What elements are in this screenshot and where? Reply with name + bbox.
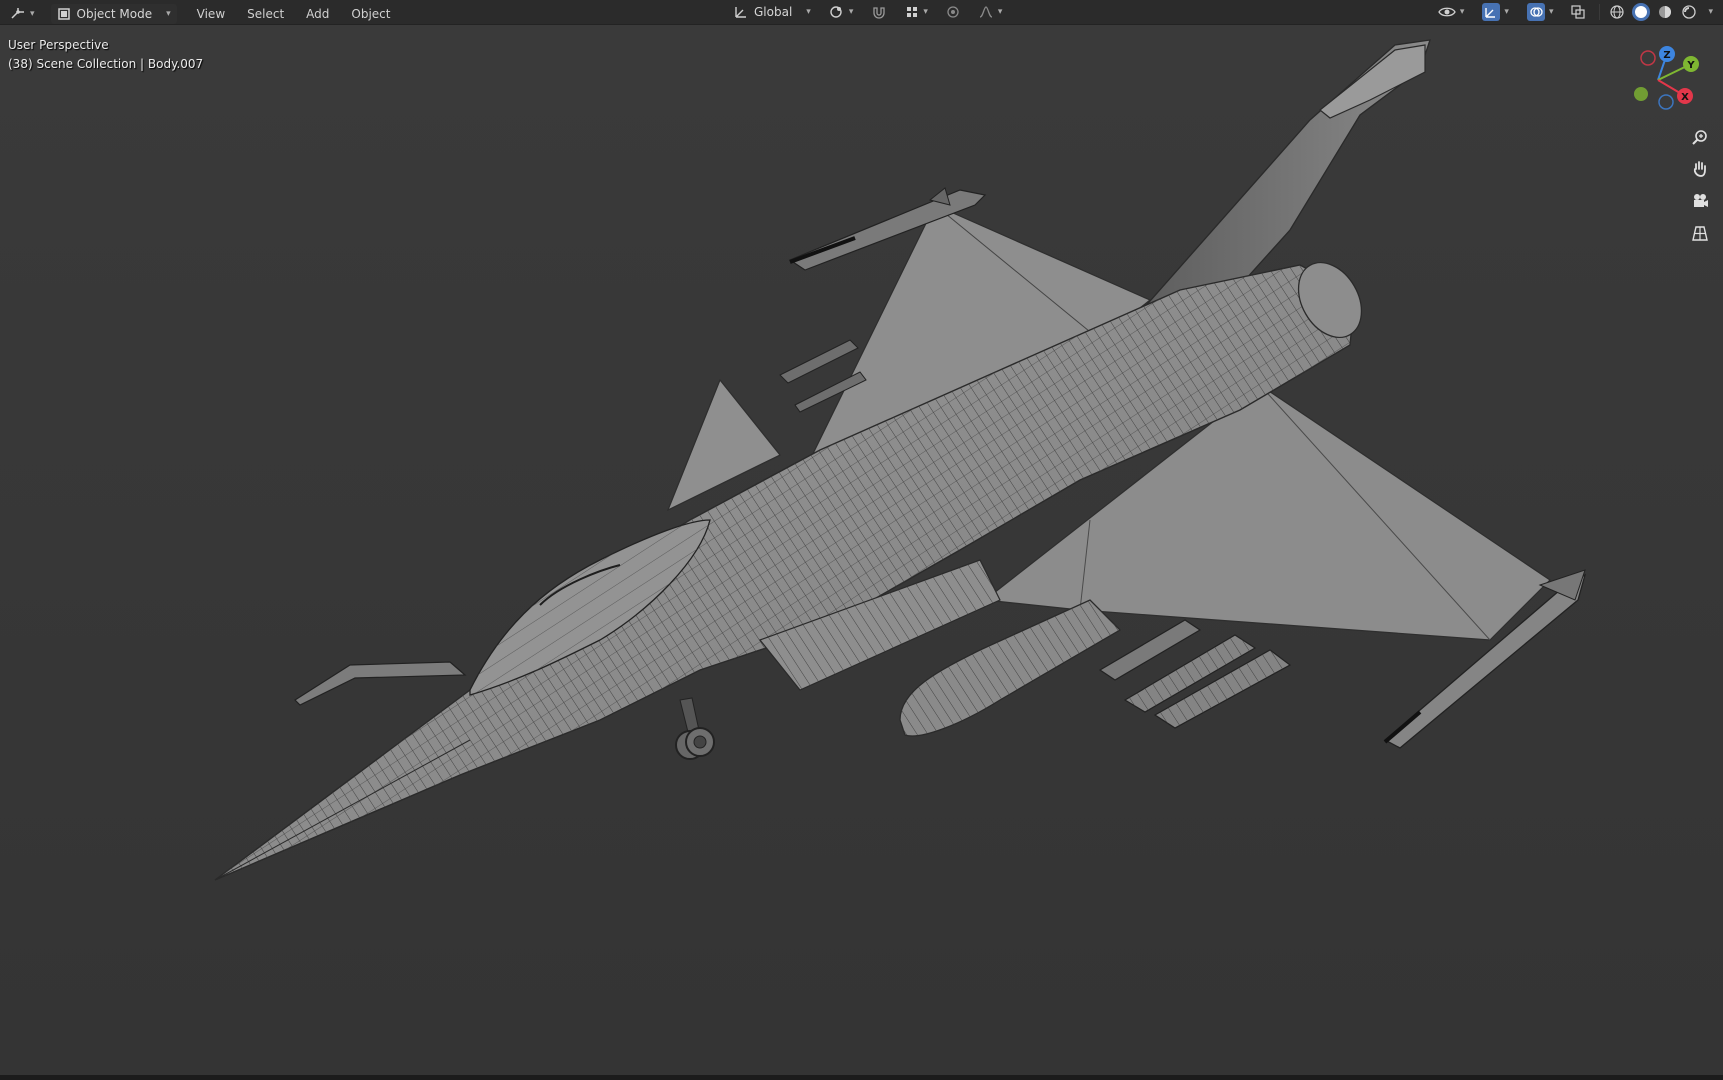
- snap-toggle[interactable]: [865, 2, 893, 22]
- view-name: User Perspective: [8, 38, 109, 52]
- material-preview-icon: [1657, 4, 1673, 20]
- header-separator: [1599, 4, 1601, 20]
- ortho-grid-icon: [1691, 224, 1709, 242]
- chevron-down-icon: ▾: [30, 9, 35, 19]
- gizmo-neg-z[interactable]: [1658, 94, 1674, 110]
- snap-increment-icon: [905, 5, 919, 19]
- chevron-down-icon: ▾: [806, 7, 811, 17]
- solid-shading-icon: [1634, 5, 1648, 19]
- header-left-group: ▾ Object Mode ▾ View Select Add Object: [4, 2, 401, 26]
- ortho-toggle-button[interactable]: [1687, 220, 1713, 246]
- snap-target-dropdown[interactable]: ▾: [899, 2, 934, 22]
- chevron-down-icon: ▾: [923, 7, 928, 17]
- header-right-group: ▾ ▾ ▾ ▾: [1432, 2, 1713, 22]
- 3d-viewport[interactable]: ▾ Object Mode ▾ View Select Add Object G…: [0, 0, 1723, 1080]
- rendered-shading-icon: [1681, 4, 1697, 20]
- rendered-shading-button[interactable]: [1680, 3, 1698, 21]
- chevron-down-icon: ▾: [848, 7, 854, 17]
- viewport-info-overlay: User Perspective (38) Scene Collection |…: [8, 36, 203, 74]
- collection-info: (38) Scene Collection | Body.007: [8, 57, 204, 71]
- chevron-down-icon: ▾: [1459, 7, 1465, 17]
- overlay-toggle[interactable]: ▾: [1521, 2, 1560, 22]
- chevron-down-icon: ▾: [997, 7, 1003, 17]
- pivot-point-icon: [829, 5, 845, 19]
- solid-shading-button[interactable]: [1632, 3, 1651, 21]
- shading-options-chevron[interactable]: ▾: [1708, 7, 1713, 17]
- overlay-toggle-icon: [1526, 3, 1545, 21]
- 3d-viewport-icon: [10, 7, 26, 21]
- falloff-curve-icon: [978, 5, 994, 19]
- navigation-gizmo[interactable]: Z Y X: [1613, 40, 1703, 120]
- gizmo-y-label: Y: [1686, 60, 1695, 71]
- pan-hand-icon: [1691, 160, 1709, 178]
- wireframe-shading-button[interactable]: [1608, 3, 1626, 21]
- header-center-group: Global ▾ ▾ ▾ ▾: [728, 2, 1008, 22]
- object-mode-icon: [57, 7, 71, 21]
- transform-orientation-dropdown[interactable]: Global ▾: [728, 2, 817, 22]
- orientation-label: Global: [754, 5, 793, 19]
- camera-view-button[interactable]: [1687, 188, 1713, 214]
- xray-toggle[interactable]: [1565, 2, 1591, 22]
- viewport-bottom-border: [0, 1075, 1723, 1080]
- pivot-point-dropdown[interactable]: ▾: [823, 2, 860, 22]
- proportional-edit-toggle[interactable]: [940, 2, 966, 22]
- menu-add[interactable]: Add: [296, 2, 339, 26]
- zoom-icon: [1691, 128, 1709, 146]
- navigation-tools: [1685, 124, 1715, 246]
- viewport-header: ▾ Object Mode ▾ View Select Add Object G…: [0, 0, 1723, 25]
- chevron-down-icon: ▾: [1504, 7, 1509, 17]
- menu-object[interactable]: Object: [341, 2, 400, 26]
- menu-view[interactable]: View: [187, 2, 235, 26]
- gizmo-z-label: Z: [1663, 50, 1670, 61]
- falloff-dropdown[interactable]: ▾: [972, 2, 1009, 22]
- chevron-down-icon: ▾: [1548, 7, 1554, 17]
- editor-type-button[interactable]: ▾: [4, 4, 41, 24]
- visibility-dropdown[interactable]: ▾: [1432, 2, 1471, 22]
- chevron-down-icon: ▾: [166, 9, 171, 19]
- wireframe-shading-icon: [1609, 4, 1625, 20]
- visibility-eye-icon: [1438, 5, 1456, 19]
- pan-button[interactable]: [1687, 156, 1713, 182]
- gizmo-neg-x[interactable]: [1640, 50, 1656, 66]
- gizmo-neg-y[interactable]: [1634, 87, 1648, 101]
- camera-view-icon: [1691, 192, 1709, 210]
- gizmo-toggle[interactable]: ▾: [1476, 2, 1515, 22]
- menu-select[interactable]: Select: [237, 2, 294, 26]
- gizmo-toggle-icon: [1482, 3, 1501, 21]
- gizmo-x-label: X: [1681, 92, 1689, 103]
- material-preview-button[interactable]: [1656, 3, 1674, 21]
- xray-toggle-icon: [1571, 5, 1586, 19]
- zoom-button[interactable]: [1687, 124, 1713, 150]
- jet-fighter-model[interactable]: [0, 0, 1723, 1080]
- mode-label: Object Mode: [76, 7, 153, 21]
- snap-magnet-icon: [871, 5, 887, 19]
- proportional-edit-icon: [946, 5, 960, 19]
- mode-dropdown[interactable]: Object Mode ▾: [50, 4, 177, 24]
- orientation-global-icon: [734, 5, 748, 19]
